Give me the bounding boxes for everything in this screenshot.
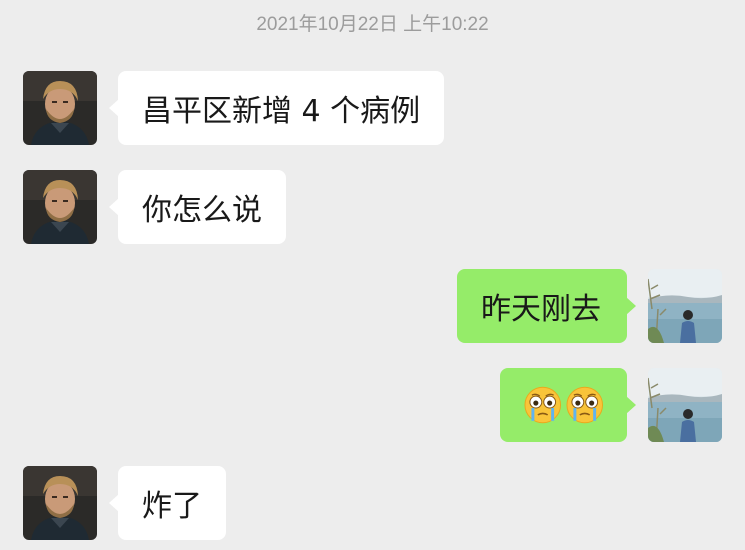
message-bubble-incoming[interactable]: 炸了 [109,466,226,540]
friend-avatar[interactable] [23,71,97,145]
message-bubble-incoming[interactable]: 你怎么说 [109,170,286,244]
message-text: 炸了 [142,489,202,524]
message-text: 昨天刚去 [481,292,601,327]
my-avatar[interactable] [648,269,722,343]
crying-face-emoji [565,385,605,425]
crying-face-emoji [523,385,563,425]
message-bubble-incoming[interactable]: 昌平区新增 4 个病例 [108,71,445,145]
message-bubble-outgoing[interactable]: 昨天刚去 [457,269,636,343]
friend-avatar[interactable] [23,170,97,244]
message-text: 你怎么说 [142,193,262,228]
message-text: 昌平区新增 4 个病例 [142,94,421,129]
friend-avatar[interactable] [23,466,97,540]
message-timestamp: 2021年10月22日 上午10:22 [256,14,489,35]
message-bubble-outgoing[interactable] [500,368,636,442]
my-avatar[interactable] [648,368,722,442]
